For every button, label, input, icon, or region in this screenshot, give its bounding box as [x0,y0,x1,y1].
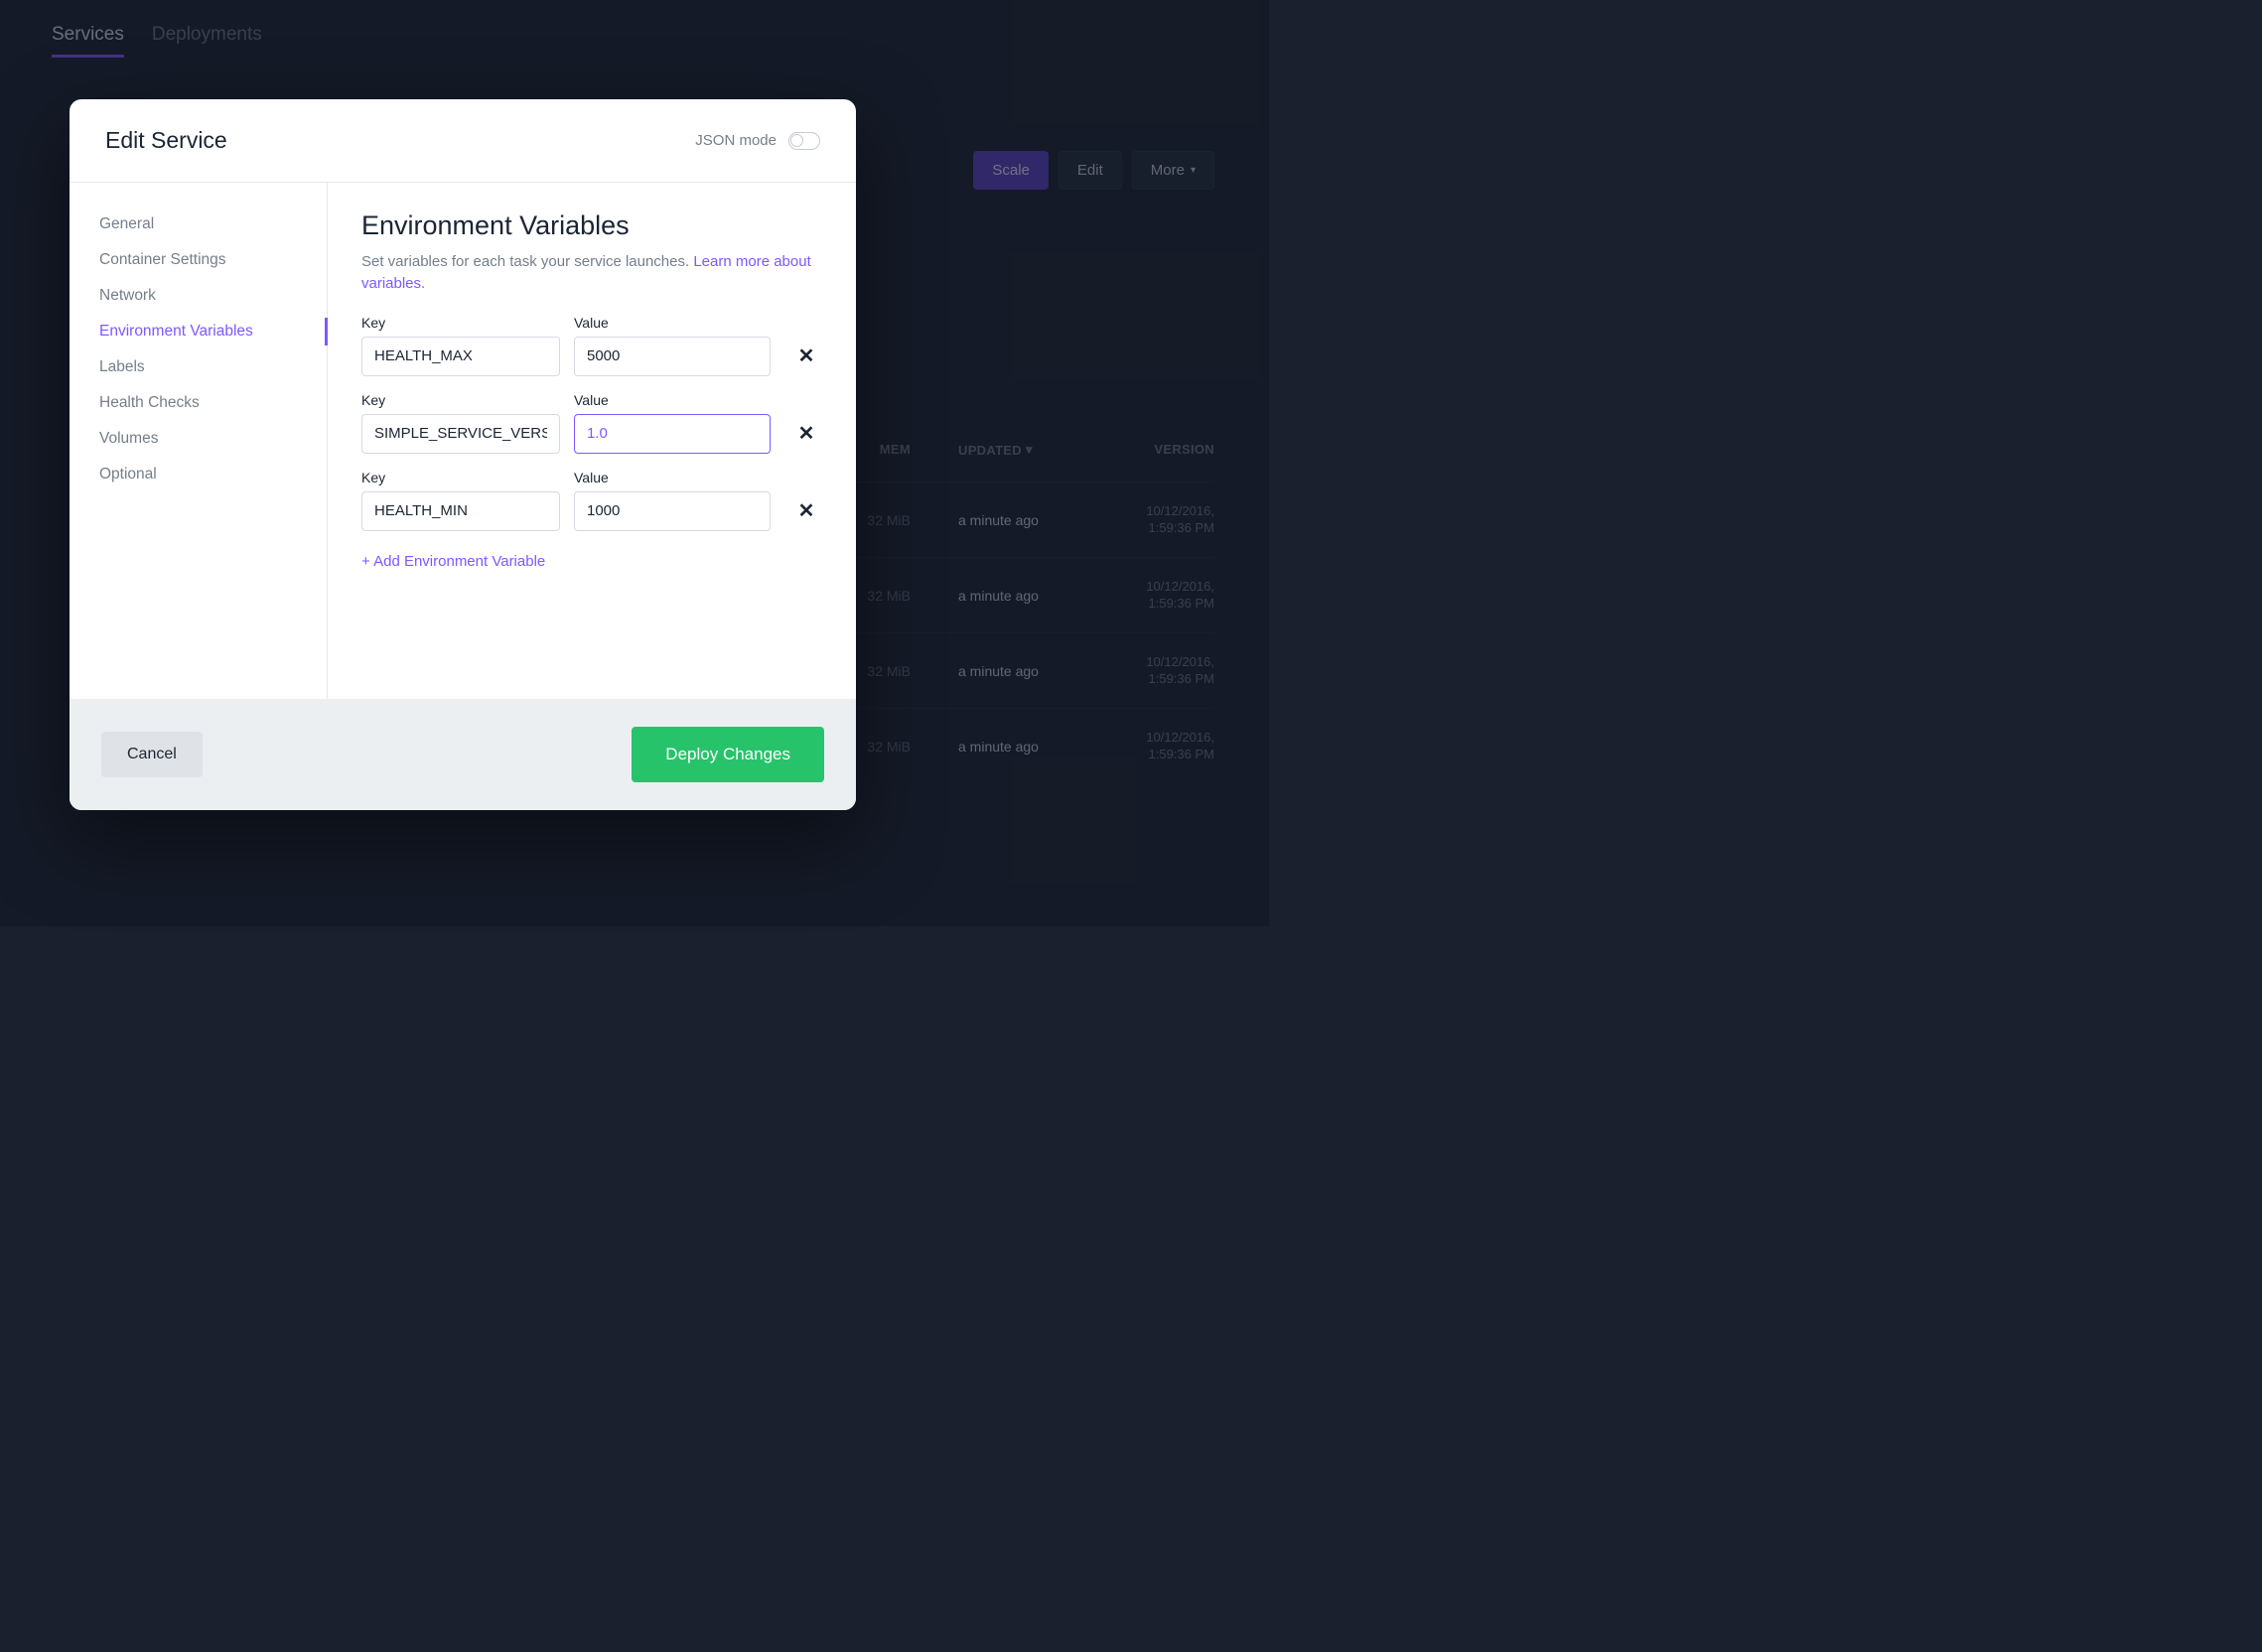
nav-network[interactable]: Network [70,278,327,314]
modal-footer: Cancel Deploy Changes [70,699,856,810]
nav-volumes[interactable]: Volumes [70,421,327,457]
edit-service-modal: Edit Service JSON mode General Container… [70,99,856,810]
add-env-var-link[interactable]: + Add Environment Variable [361,553,545,570]
pane-subtitle: Set variables for each task your service… [361,251,822,295]
nav-container-settings[interactable]: Container Settings [70,242,327,278]
cancel-button[interactable]: Cancel [101,732,203,777]
value-label: Value [574,392,771,408]
modal-title: Edit Service [105,127,227,154]
toggle-switch[interactable] [788,132,820,150]
env-key-input[interactable] [361,491,560,531]
json-mode-toggle[interactable]: JSON mode [695,132,820,150]
key-label: Key [361,470,560,485]
env-key-input[interactable] [361,414,560,454]
modal-header: Edit Service JSON mode [70,99,856,183]
pane-subtitle-text: Set variables for each task your service… [361,253,693,270]
value-label: Value [574,470,771,485]
value-label: Value [574,315,771,331]
env-vars-pane: Environment Variables Set variables for … [328,183,856,699]
json-mode-label: JSON mode [695,132,777,149]
env-var-row: Key Value ✕ [361,315,822,376]
pane-title: Environment Variables [361,210,822,241]
env-var-row: Key Value ✕ [361,392,822,454]
key-label: Key [361,315,560,331]
env-var-row: Key Value ✕ [361,470,822,531]
deploy-button[interactable]: Deploy Changes [632,727,824,782]
key-label: Key [361,392,560,408]
remove-row-icon[interactable]: ✕ [794,491,818,531]
remove-row-icon[interactable]: ✕ [794,337,818,376]
remove-row-icon[interactable]: ✕ [794,414,818,454]
nav-labels[interactable]: Labels [70,349,327,385]
env-key-input[interactable] [361,337,560,376]
modal-side-nav: General Container Settings Network Envir… [70,183,328,699]
nav-environment-variables[interactable]: Environment Variables [70,314,327,349]
env-value-input[interactable] [574,414,771,454]
nav-optional[interactable]: Optional [70,457,327,492]
env-value-input[interactable] [574,337,771,376]
nav-health-checks[interactable]: Health Checks [70,385,327,421]
modal-body: General Container Settings Network Envir… [70,183,856,699]
nav-general[interactable]: General [70,206,327,242]
env-value-input[interactable] [574,491,771,531]
